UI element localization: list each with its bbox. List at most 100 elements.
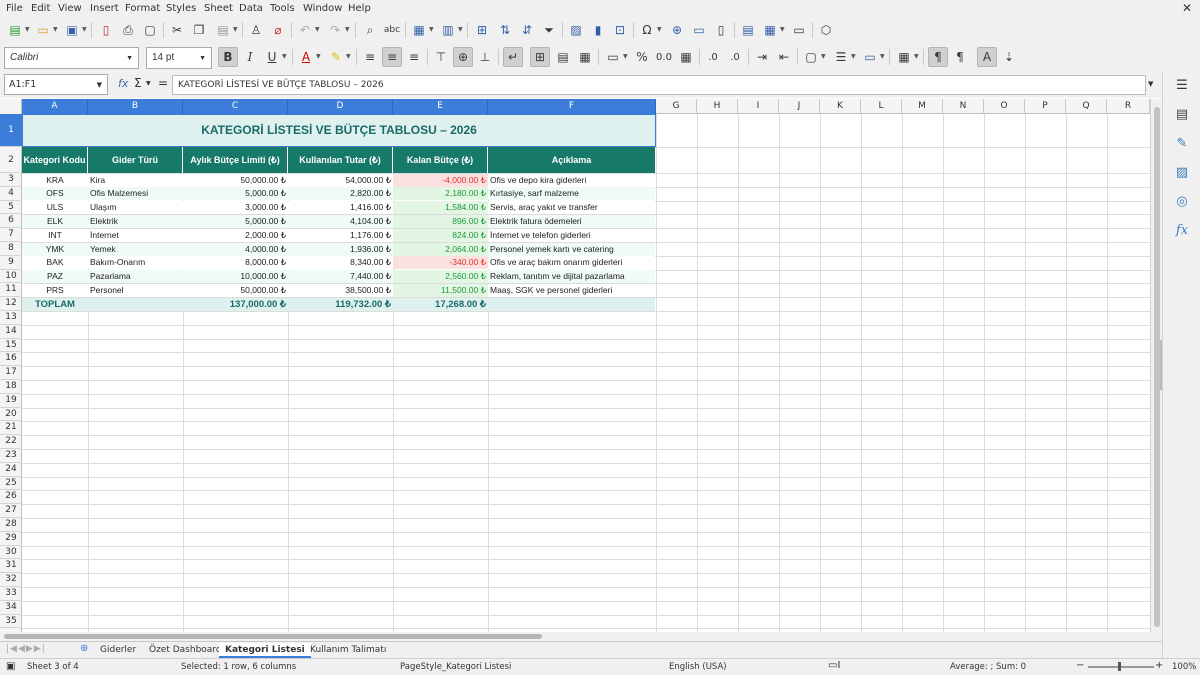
clear-formatting-icon[interactable]: ⌀	[268, 20, 288, 40]
cell-code[interactable]: BAK	[22, 256, 88, 270]
name-box[interactable]: A1:F1 ▼	[4, 74, 108, 95]
menu-help[interactable]: Help	[348, 2, 371, 15]
align-center-icon[interactable]: ≡	[382, 47, 402, 67]
expand-formula-bar-icon[interactable]: ▼	[1148, 80, 1153, 88]
tab-giderler[interactable]: Giderler	[94, 643, 142, 658]
cell-used[interactable]: 2,820.00 ₺	[288, 187, 393, 201]
bold-icon[interactable]: B	[218, 47, 238, 67]
total-limit[interactable]: 137,000.00 ₺	[183, 297, 288, 311]
row-header-21[interactable]: 21	[0, 421, 22, 436]
title-merged-cell[interactable]: KATEGORİ LİSTESİ VE BÜTÇE TABLOSU – 2026	[22, 114, 656, 147]
row-header-27[interactable]: 27	[0, 504, 22, 518]
header-kalan-butce[interactable]: Kalan Bütçe (₺)	[393, 147, 488, 173]
cell-desc[interactable]: İnternet ve telefon giderleri	[488, 228, 655, 242]
font-name-box[interactable]: Calibri ▼	[4, 47, 139, 69]
save-icon[interactable]: ▣	[62, 20, 82, 40]
tab-kategori-listesi[interactable]: Kategori Listesi	[219, 643, 311, 658]
sum-dropdown-icon[interactable]: ▼	[146, 80, 151, 87]
sort-ascending-icon[interactable]: ⇅	[495, 20, 515, 40]
cell-type[interactable]: Ulaşım	[88, 201, 183, 215]
header-aciklama[interactable]: Açıklama	[488, 147, 655, 173]
cell-type[interactable]: Yemek	[88, 242, 183, 256]
cell-remaining[interactable]: 824.00 ₺	[393, 228, 488, 242]
header-kategori-kodu[interactable]: Kategori Kodu	[22, 147, 88, 173]
row-header-6[interactable]: 6	[0, 214, 22, 229]
border-color-icon[interactable]: ▭	[860, 47, 880, 67]
show-draw-functions-icon[interactable]: ⬡	[816, 20, 836, 40]
menu-data[interactable]: Data	[239, 2, 263, 15]
cell-limit[interactable]: 3,000.00 ₺	[183, 201, 288, 215]
cell-used[interactable]: 38,500.00 ₺	[288, 283, 393, 297]
row-header-35[interactable]: 35	[0, 615, 22, 629]
cell-remaining[interactable]: -4,000.00 ₺	[393, 173, 488, 187]
menu-window[interactable]: Window	[303, 2, 342, 15]
formula-icon[interactable]: =	[158, 76, 168, 90]
cell-remaining[interactable]: 1,584.00 ₺	[393, 201, 488, 215]
autofilter-icon[interactable]: ⏷	[539, 20, 559, 40]
function-wizard-icon[interactable]: fx	[118, 77, 128, 90]
menu-file[interactable]: File	[6, 2, 23, 15]
row-header-18[interactable]: 18	[0, 380, 22, 394]
hyperlink-icon[interactable]: ⊕	[667, 20, 687, 40]
tab-kullanim-talimati[interactable]: Kullanım Talimatı	[304, 643, 392, 658]
menu-sheet[interactable]: Sheet	[204, 2, 233, 15]
navigator-icon[interactable]: ◎	[1173, 193, 1191, 211]
menu-styles[interactable]: Styles	[166, 2, 196, 15]
currency-format-icon[interactable]: ▭	[603, 47, 623, 67]
column-header-l[interactable]: L	[861, 99, 902, 114]
cut-icon[interactable]: ✂	[167, 20, 187, 40]
center-vertically-icon[interactable]: ⊕	[453, 47, 473, 67]
row-icon[interactable]: ▦	[409, 20, 429, 40]
select-all-corner[interactable]	[0, 99, 22, 114]
tab-ozet-dashboard[interactable]: Özet Dashboard	[143, 643, 228, 658]
formula-input[interactable]: KATEGORİ LİSTESİ VE BÜTÇE TABLOSU – 2026	[172, 75, 1146, 95]
copy-icon[interactable]: ❐	[189, 20, 209, 40]
spelling-icon[interactable]: abc	[382, 20, 402, 40]
header-aylik-butce-limiti[interactable]: Aylık Bütçe Limiti (₺)	[183, 147, 288, 173]
number-format-icon[interactable]: 0.0	[654, 47, 674, 67]
total-empty-cell[interactable]	[488, 297, 655, 311]
menu-format[interactable]: Format	[125, 2, 160, 15]
row-header-7[interactable]: 7	[0, 228, 22, 242]
align-right-icon[interactable]: ≡	[404, 47, 424, 67]
row-header-24[interactable]: 24	[0, 463, 22, 477]
row-header-2[interactable]: 2	[0, 147, 22, 173]
row-header-3[interactable]: 3	[0, 173, 22, 187]
cell-desc[interactable]: Ofis ve depo kira giderleri	[488, 173, 655, 187]
header-kullanilan-tutar[interactable]: Kullanılan Tutar (₺)	[288, 147, 393, 173]
cell-limit[interactable]: 50,000.00 ₺	[183, 173, 288, 187]
column-header-i[interactable]: I	[738, 99, 779, 114]
cell-remaining[interactable]: 896.00 ₺	[393, 214, 488, 228]
delete-decimal-icon[interactable]: .0	[725, 47, 745, 67]
special-character-icon[interactable]: Ω	[637, 20, 657, 40]
add-decimal-icon[interactable]: .0	[703, 47, 723, 67]
row-header-30[interactable]: 30	[0, 546, 22, 560]
document-modified-icon[interactable]: ▣	[6, 661, 15, 672]
cell-code[interactable]: ULS	[22, 201, 88, 215]
page-style[interactable]: PageStyle_Kategori Listesi	[400, 662, 511, 672]
column-header-e[interactable]: E	[393, 99, 488, 114]
merge-cells-icon[interactable]: ▤	[553, 47, 573, 67]
zoom-level[interactable]: 100%	[1172, 662, 1196, 672]
add-sheet-icon[interactable]: ⊕	[80, 643, 88, 654]
borders-icon[interactable]: ▢	[801, 47, 821, 67]
new-icon[interactable]: ▤	[5, 20, 25, 40]
cell-code[interactable]: KRA	[22, 173, 88, 187]
align-left-icon[interactable]: ≡	[360, 47, 380, 67]
cell-limit[interactable]: 5,000.00 ₺	[183, 187, 288, 201]
find-replace-icon[interactable]: ⌕	[360, 20, 380, 40]
cell-type[interactable]: Kira	[88, 173, 183, 187]
column-header-n[interactable]: N	[943, 99, 984, 114]
comment-icon[interactable]: ▭	[689, 20, 709, 40]
horizontal-scrollbar[interactable]	[0, 632, 1162, 641]
cell-used[interactable]: 54,000.00 ₺	[288, 173, 393, 187]
undo-icon[interactable]: ↶	[295, 20, 315, 40]
header-footer-icon[interactable]: ▯	[711, 20, 731, 40]
conditional-format-icon[interactable]: ▦	[894, 47, 914, 67]
column-header-q[interactable]: Q	[1066, 99, 1107, 114]
cell-code[interactable]: ELK	[22, 214, 88, 228]
total-label[interactable]: TOPLAM	[22, 297, 88, 311]
sidebar-menu-icon[interactable]: ☰	[1173, 77, 1191, 95]
row-header-20[interactable]: 20	[0, 408, 22, 422]
define-print-area-icon[interactable]: ▤	[738, 20, 758, 40]
